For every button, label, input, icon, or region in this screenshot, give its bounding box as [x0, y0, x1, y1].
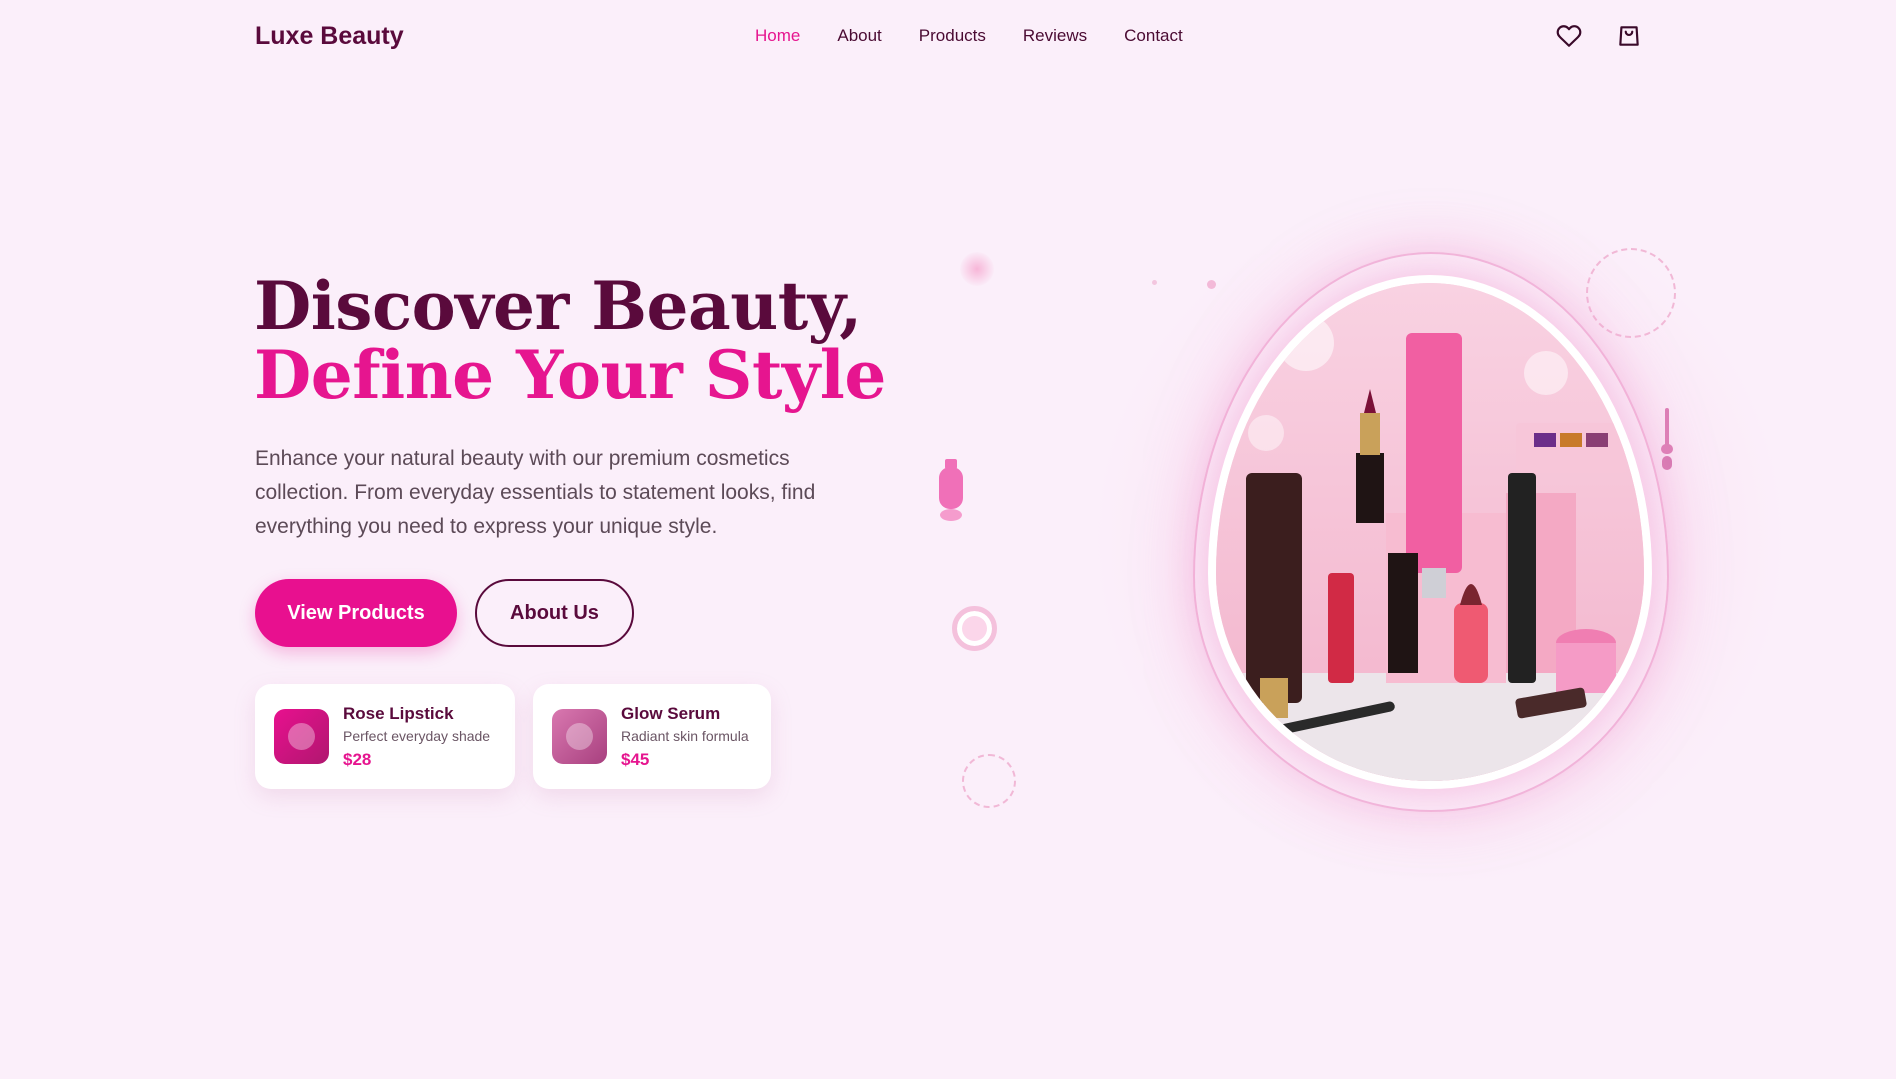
heart-icon[interactable] — [1556, 23, 1582, 49]
about-us-button[interactable]: About Us — [475, 579, 634, 647]
hero-description: Enhance your natural beauty with our pre… — [255, 447, 816, 538]
product-thumb — [552, 709, 607, 764]
product-name: Rose Lipstick — [343, 703, 454, 723]
hero-title: Discover Beauty, Define Your Style — [254, 272, 886, 410]
product-name: Glow Serum — [621, 703, 721, 723]
nail-polish-icon — [936, 459, 966, 523]
hero-title-line2: Define Your Style — [254, 336, 886, 414]
view-products-button[interactable]: View Products — [255, 579, 457, 647]
nav-reviews[interactable]: Reviews — [1023, 26, 1087, 46]
main-nav: Home About Products Reviews Contact — [755, 26, 1183, 46]
product-card-glow-serum[interactable]: Glow Serum Radiant skin formula $45 — [533, 684, 771, 789]
nav-contact[interactable]: Contact — [1124, 26, 1183, 46]
product-thumb — [274, 709, 329, 764]
nav-products[interactable]: Products — [919, 26, 986, 46]
brand-logo[interactable]: Luxe Beauty — [255, 22, 404, 51]
product-price: $28 — [343, 749, 372, 769]
decor-dashed-circle — [962, 754, 1016, 808]
shopping-bag-icon[interactable] — [1616, 23, 1642, 49]
product-description: Perfect everyday shade — [343, 727, 491, 744]
nav-home[interactable]: Home — [755, 26, 800, 46]
product-description: Radiant skin formula — [621, 727, 749, 744]
product-price: $45 — [621, 749, 650, 769]
compact-mirror-icon — [952, 606, 997, 651]
nav-about[interactable]: About — [837, 26, 881, 46]
decor-dot — [1152, 280, 1157, 285]
product-card-rose-lipstick[interactable]: Rose Lipstick Perfect everyday shade $28 — [255, 684, 515, 789]
hero-title-line1: Discover Beauty, — [254, 267, 862, 345]
decor-bubble — [960, 252, 994, 286]
